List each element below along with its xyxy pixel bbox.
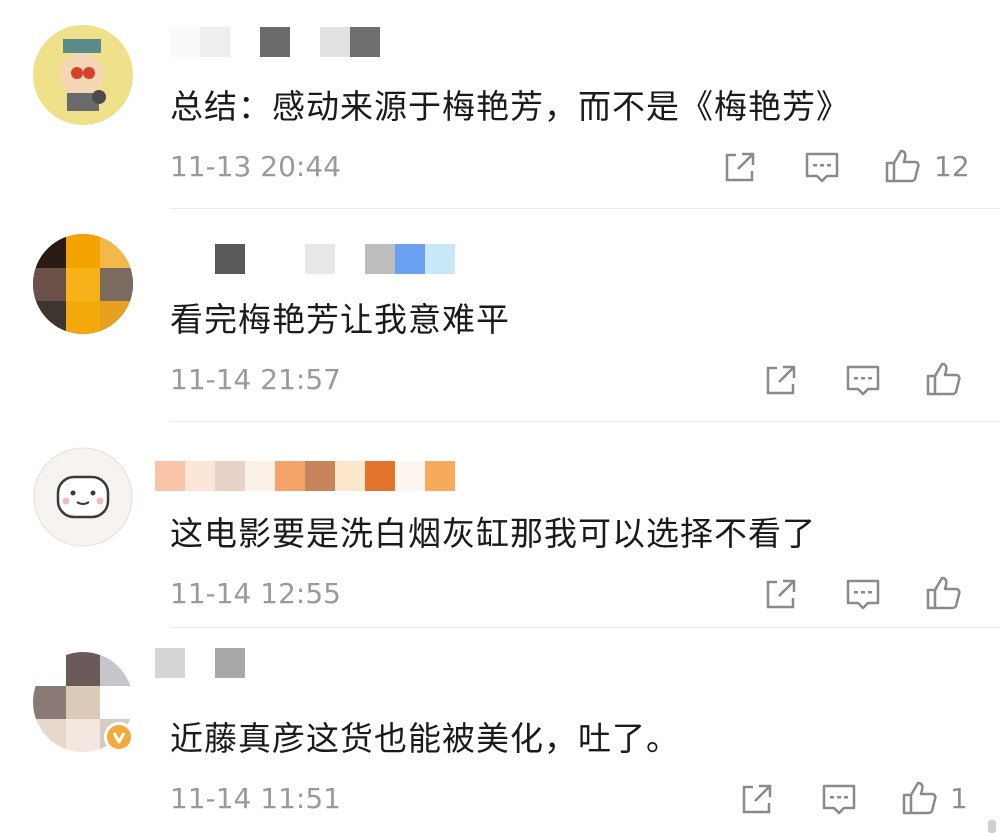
comment-list: 总结：感动来源于梅艳芳，而不是《梅艳芳》 11-13 20:44 12 看完梅艳… [0,0,1000,833]
verified-v-icon [112,732,126,744]
comment-icon[interactable] [802,147,842,187]
comment-time: 11-14 21:57 [170,363,341,396]
share-icon[interactable] [720,147,760,187]
comment-time: 11-13 20:44 [170,150,341,183]
like-count: 12 [934,150,970,183]
avatar[interactable] [33,25,133,125]
thumbs-up-icon[interactable] [899,778,939,818]
avatar-image [33,447,133,547]
comment-time: 11-14 12:55 [170,577,341,610]
avatar[interactable] [33,234,133,334]
thumbs-up-icon[interactable] [923,573,963,613]
comment-text: 看完梅艳芳让我意难平 [170,300,510,339]
comment-icon[interactable] [819,779,859,819]
verified-badge [104,722,134,752]
divider [170,208,1000,209]
comment-icon[interactable] [843,360,883,400]
avatar-image [33,25,133,125]
comment-text: 这电影要是洗白烟灰缸那我可以选择不看了 [170,514,816,553]
username-blurred[interactable] [185,244,455,274]
scroll-indicator [988,820,996,833]
username-blurred[interactable] [155,461,455,491]
share-icon[interactable] [761,360,801,400]
comment-icon[interactable] [843,574,883,614]
share-icon[interactable] [761,574,801,614]
thumbs-up-icon[interactable] [923,359,963,399]
username-blurred[interactable] [170,27,380,57]
avatar-image [33,234,133,334]
share-icon[interactable] [737,779,777,819]
comment-text: 总结：感动来源于梅艳芳，而不是《梅艳芳》 [170,87,850,126]
comment-text: 近藤真彦这货也能被美化，吐了。 [170,719,680,758]
username-blurred[interactable] [155,648,245,678]
avatar[interactable] [33,447,133,547]
comment-time: 11-14 11:51 [170,782,341,815]
divider [170,421,1000,422]
divider [170,627,1000,628]
thumbs-up-icon[interactable] [882,146,922,186]
like-count: 1 [950,782,968,815]
